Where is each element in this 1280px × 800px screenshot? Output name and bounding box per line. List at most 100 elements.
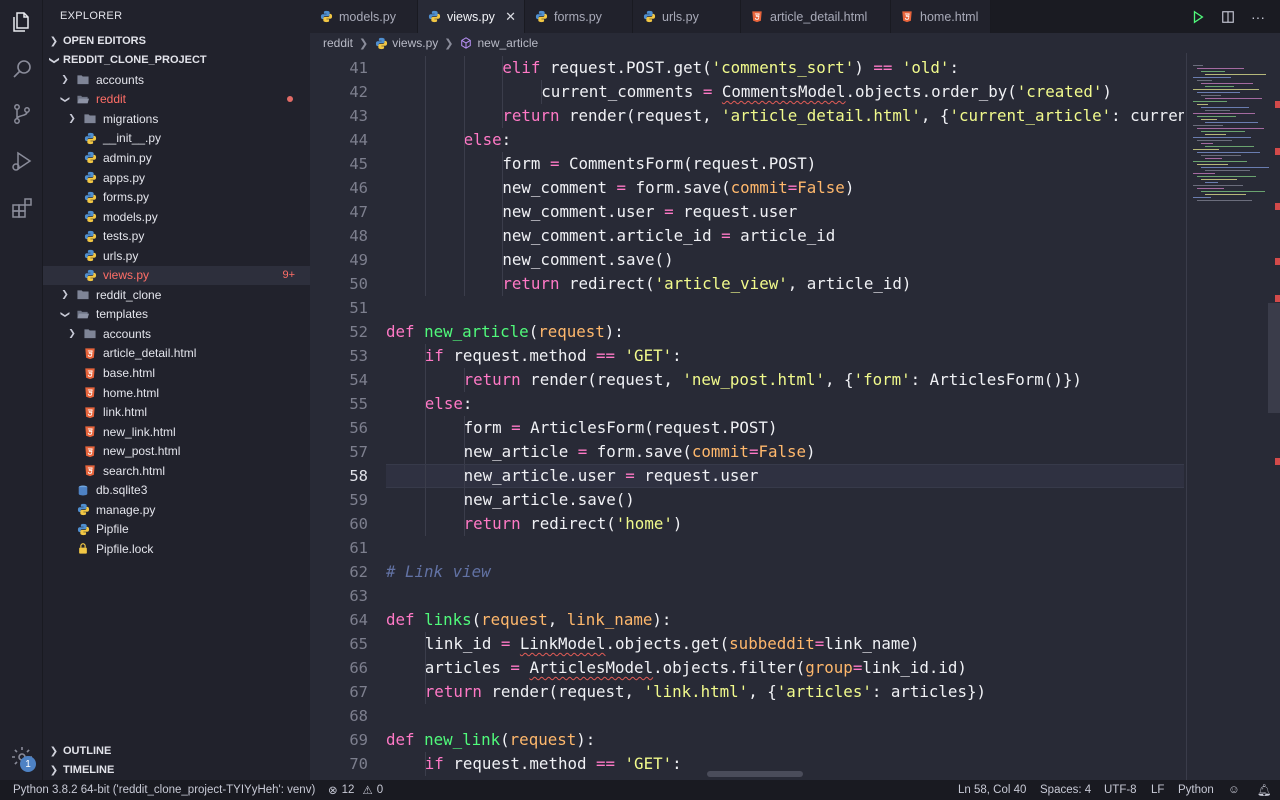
code-line[interactable]: return render(request, 'new_post.html', …	[386, 368, 1184, 392]
code-line[interactable]: new_comment.user = request.user	[386, 200, 1184, 224]
search-icon[interactable]	[9, 56, 34, 81]
encoding[interactable]: UTF-8	[1104, 784, 1137, 796]
code-line[interactable]: # Link view	[386, 560, 1184, 584]
more-actions-icon[interactable]: ···	[1250, 9, 1266, 25]
code-line[interactable]: new_article.save()	[386, 488, 1184, 512]
feedback-icon[interactable]: ☺	[1228, 784, 1240, 796]
tree-item[interactable]: ❯ reddit_clone	[43, 285, 310, 305]
tree-item[interactable]: ❯ migrations	[43, 109, 310, 129]
project-label: REDDIT_CLONE_PROJECT	[63, 54, 207, 66]
horizontal-scrollbar-thumb[interactable]	[707, 771, 803, 777]
tree-item[interactable]: apps.py	[43, 168, 310, 188]
line-number: 50	[349, 275, 368, 293]
extensions-icon[interactable]	[9, 195, 34, 220]
tree-item[interactable]: __init__.py	[43, 129, 310, 149]
source-control-icon[interactable]	[9, 101, 34, 126]
code-line[interactable]: def new_article(request):	[386, 320, 1184, 344]
code-editor[interactable]: 41 42 43 44 45 46 47 48 49 50 51 52 53 54 55 56 57 58 59 60…	[310, 53, 1280, 780]
python-interpreter[interactable]: Python 3.8.2 64-bit ('reddit_clone_proje…	[13, 784, 315, 796]
tree-item[interactable]: tests.py	[43, 226, 310, 246]
code-line[interactable]: articles = ArticlesModel.objects.filter(…	[386, 656, 1184, 680]
language-mode[interactable]: Python	[1178, 784, 1214, 796]
tree-item[interactable]: Pipfile	[43, 520, 310, 540]
tab-home-html[interactable]: home.html	[891, 0, 991, 33]
timeline-section[interactable]: ❯ TIMELINE	[43, 760, 310, 780]
code-line[interactable]: elif request.POST.get('comments_sort') =…	[386, 56, 1184, 80]
code-line[interactable]: new_comment.save()	[386, 248, 1184, 272]
code-line[interactable]: new_article.user = request.user	[386, 464, 1184, 489]
tree-item[interactable]: db.sqlite3	[43, 481, 310, 501]
notifications-bell-icon[interactable]: 🔔︎	[1257, 783, 1272, 797]
breadcrumb-file[interactable]: views.py	[392, 36, 438, 50]
tab-views-py[interactable]: views.py ✕	[418, 0, 525, 33]
project-section[interactable]: ❯ REDDIT_CLONE_PROJECT	[43, 50, 310, 70]
code-line[interactable]: form = ArticlesForm(request.POST)	[386, 416, 1184, 440]
tab-urls-py[interactable]: urls.py	[633, 0, 741, 33]
code-line[interactable]: current_comments = CommentsModel.objects…	[386, 80, 1184, 104]
tree-item[interactable]: search.html	[43, 461, 310, 481]
tab-label: forms.py	[554, 9, 602, 24]
code-line[interactable]: else:	[386, 392, 1184, 416]
tree-item[interactable]: ❯ accounts	[43, 324, 310, 344]
code-line[interactable]: return render(request, 'article_detail.h…	[386, 104, 1184, 128]
tree-item[interactable]: admin.py	[43, 148, 310, 168]
tab-forms-py[interactable]: forms.py	[525, 0, 633, 33]
code-line[interactable]: new_comment.article_id = article_id	[386, 224, 1184, 248]
breadcrumb-folder[interactable]: reddit	[323, 36, 353, 50]
close-icon[interactable]: ✕	[505, 9, 516, 25]
tree-item[interactable]: forms.py	[43, 187, 310, 207]
tree-item-label: base.html	[103, 366, 156, 380]
end-of-line[interactable]: LF	[1151, 784, 1164, 796]
code-area[interactable]: elif request.POST.get('comments_sort') =…	[386, 56, 1184, 776]
tab-label: home.html	[920, 9, 979, 24]
code-line[interactable]: return render(request, 'link.html', {'ar…	[386, 680, 1184, 704]
explorer-icon[interactable]	[9, 9, 34, 34]
tree-item[interactable]: new_post.html	[43, 441, 310, 461]
tree-item[interactable]: manage.py	[43, 500, 310, 520]
tree-item[interactable]: ❯ reddit	[43, 90, 310, 110]
tree-item[interactable]: ❯ templates	[43, 305, 310, 325]
tree-item[interactable]: link.html	[43, 402, 310, 422]
tree-item[interactable]: views.py 9+	[43, 265, 310, 285]
code-line[interactable]: if request.method == 'GET':	[386, 344, 1184, 368]
minimap[interactable]	[1186, 53, 1280, 780]
line-number: 46	[349, 179, 368, 197]
indentation[interactable]: Spaces: 4	[1040, 784, 1091, 796]
line-number: 59	[349, 491, 368, 509]
code-line[interactable]	[386, 536, 1184, 560]
tree-item[interactable]: new_link.html	[43, 422, 310, 442]
code-line[interactable]: return redirect('article_view', article_…	[386, 272, 1184, 296]
cursor-position[interactable]: Ln 58, Col 40	[958, 784, 1026, 796]
code-line[interactable]	[386, 296, 1184, 320]
code-line[interactable]: else:	[386, 128, 1184, 152]
code-line[interactable]: def new_link(request):	[386, 728, 1184, 752]
tree-item[interactable]: article_detail.html	[43, 344, 310, 364]
code-line[interactable]: link_id = LinkModel.objects.get(subbeddi…	[386, 632, 1184, 656]
code-line[interactable]	[386, 584, 1184, 608]
run-debug-icon[interactable]	[9, 148, 34, 173]
split-editor-icon[interactable]	[1220, 9, 1236, 25]
tree-item[interactable]: urls.py	[43, 246, 310, 266]
code-line[interactable]: new_article = form.save(commit=False)	[386, 440, 1184, 464]
code-line[interactable]: form = CommentsForm(request.POST)	[386, 152, 1184, 176]
code-line[interactable]	[386, 704, 1184, 728]
open-editors-section[interactable]: ❯ OPEN EDITORS	[43, 31, 310, 51]
breadcrumb-symbol[interactable]: new_article	[477, 36, 538, 50]
tab-article-detail-html[interactable]: article_detail.html	[741, 0, 891, 33]
tree-item[interactable]: base.html	[43, 363, 310, 383]
tree-item[interactable]: models.py	[43, 207, 310, 227]
tree-item[interactable]: home.html	[43, 383, 310, 403]
code-line[interactable]: def links(request, link_name):	[386, 608, 1184, 632]
code-line[interactable]: return redirect('home')	[386, 512, 1184, 536]
tree-item[interactable]: Pipfile.lock	[43, 539, 310, 559]
problems-indicator[interactable]: ⊗ 12 ⚠ 0	[328, 783, 383, 797]
code-line[interactable]: new_comment = form.save(commit=False)	[386, 176, 1184, 200]
tab-models-py[interactable]: models.py	[310, 0, 418, 33]
html-file-icon	[83, 425, 97, 439]
line-number: 42	[349, 83, 368, 101]
chevron-right-icon: ❯	[68, 328, 76, 339]
vertical-scrollbar-thumb[interactable]	[1268, 303, 1280, 413]
outline-section[interactable]: ❯ OUTLINE	[43, 741, 310, 761]
tree-item[interactable]: ❯ accounts	[43, 70, 310, 90]
run-file-icon[interactable]	[1190, 9, 1206, 25]
